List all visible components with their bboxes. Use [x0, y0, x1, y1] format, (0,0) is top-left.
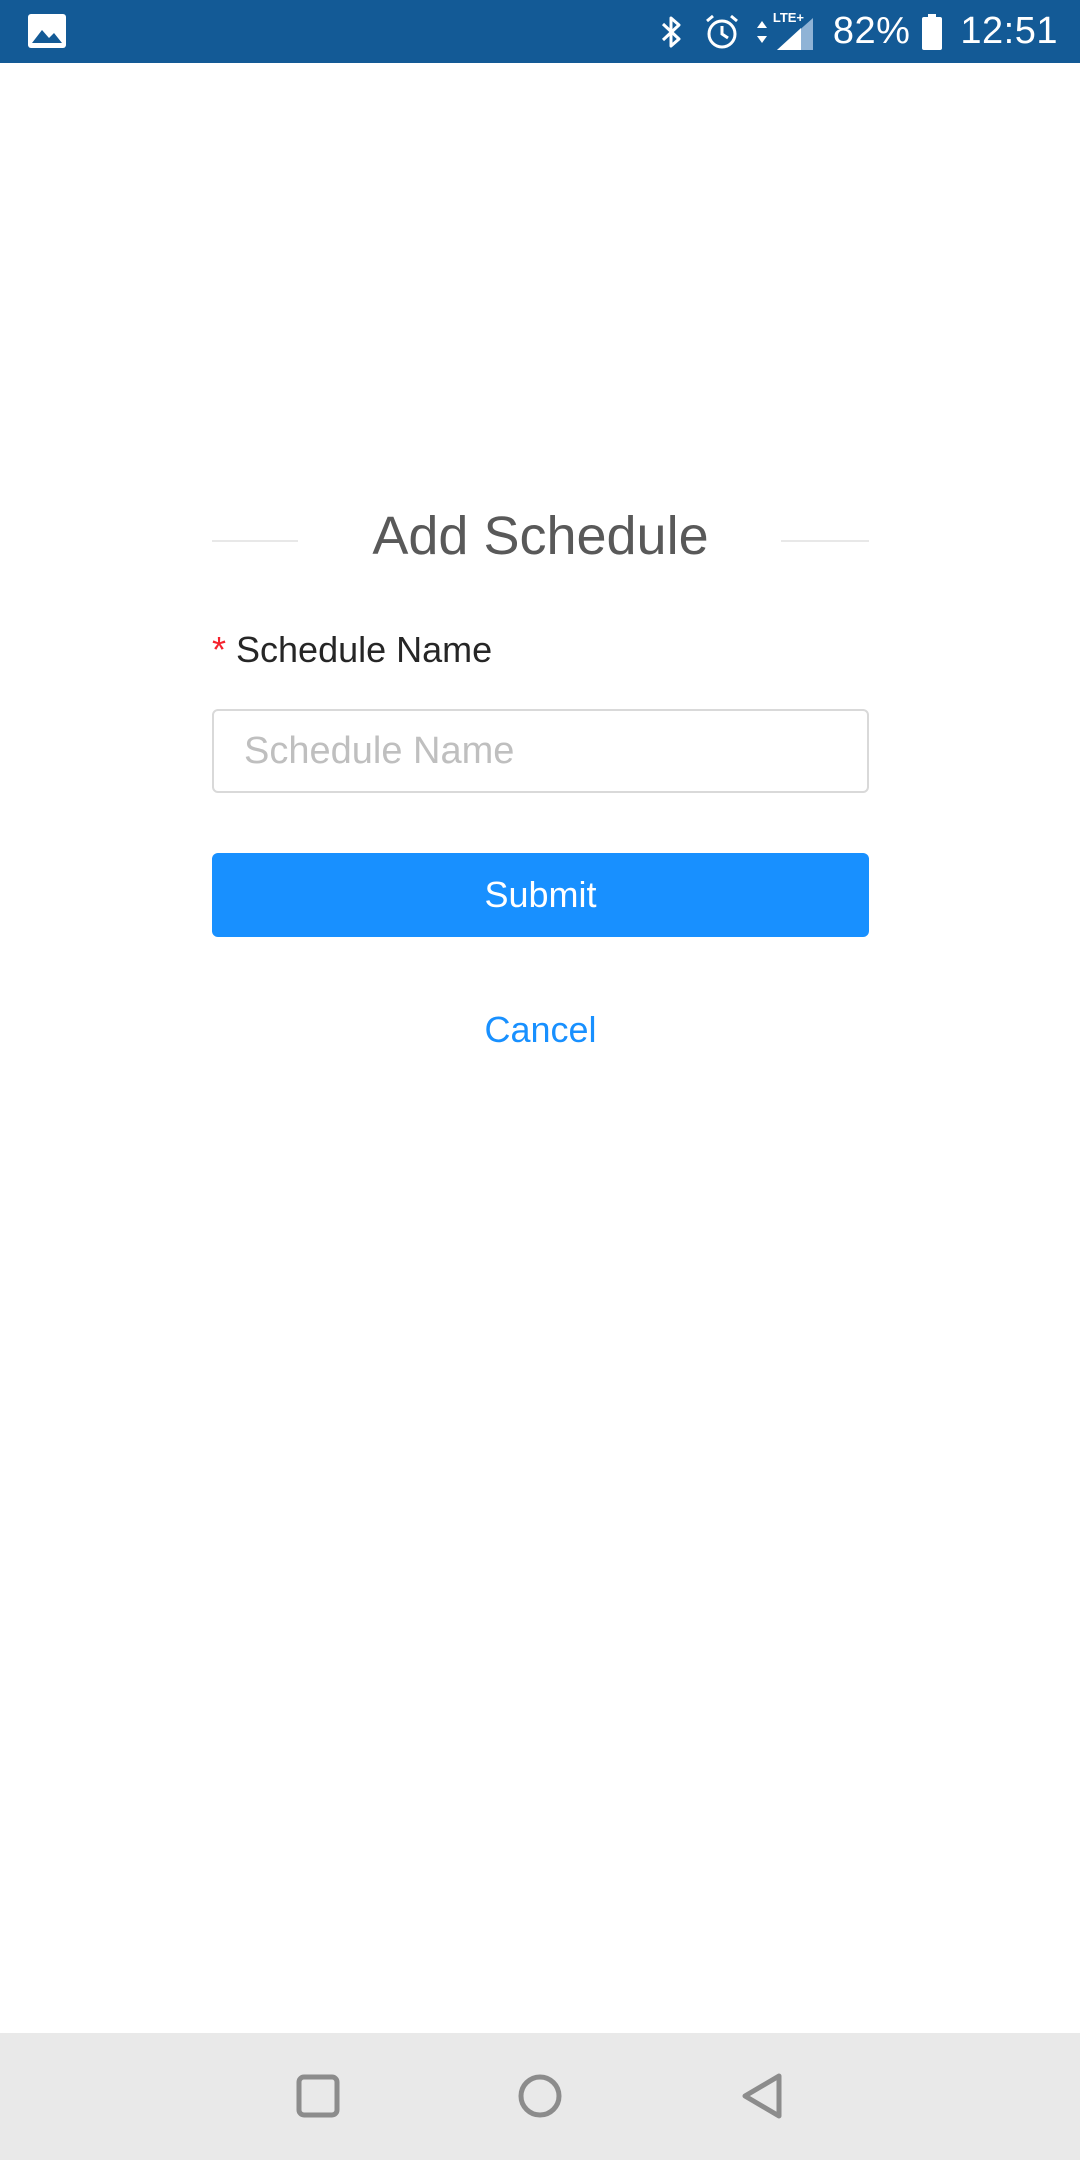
page-title: Add Schedule: [372, 506, 709, 566]
schedule-name-label-text: Schedule Name: [236, 629, 493, 670]
alarm-icon: [703, 13, 741, 51]
gallery-icon: [28, 14, 66, 48]
battery-percent: 82%: [832, 10, 911, 52]
data-arrows-icon: [755, 19, 769, 45]
submit-button[interactable]: Submit: [212, 853, 869, 937]
recents-icon[interactable]: [285, 2063, 351, 2129]
submit-button-label: Submit: [484, 874, 597, 915]
navigation-bar: [0, 2033, 1080, 2160]
cancel-button[interactable]: Cancel: [212, 1005, 869, 1055]
battery-icon: [922, 13, 943, 50]
title-row: Add Schedule: [212, 500, 869, 572]
status-bar: LTE+ 82% 12:51: [0, 0, 1080, 63]
schedule-name-label: * Schedule Name: [212, 628, 492, 672]
schedule-name-input[interactable]: [212, 709, 869, 793]
back-icon[interactable]: [729, 2063, 795, 2129]
signal-icon: LTE+: [772, 9, 815, 52]
bluetooth-icon: [659, 14, 685, 50]
title-divider-right: [781, 540, 869, 542]
network-type-label: LTE+: [772, 9, 805, 25]
required-asterisk: *: [212, 629, 227, 670]
clock-time: 12:51: [960, 10, 1058, 52]
home-icon[interactable]: [507, 2063, 573, 2129]
